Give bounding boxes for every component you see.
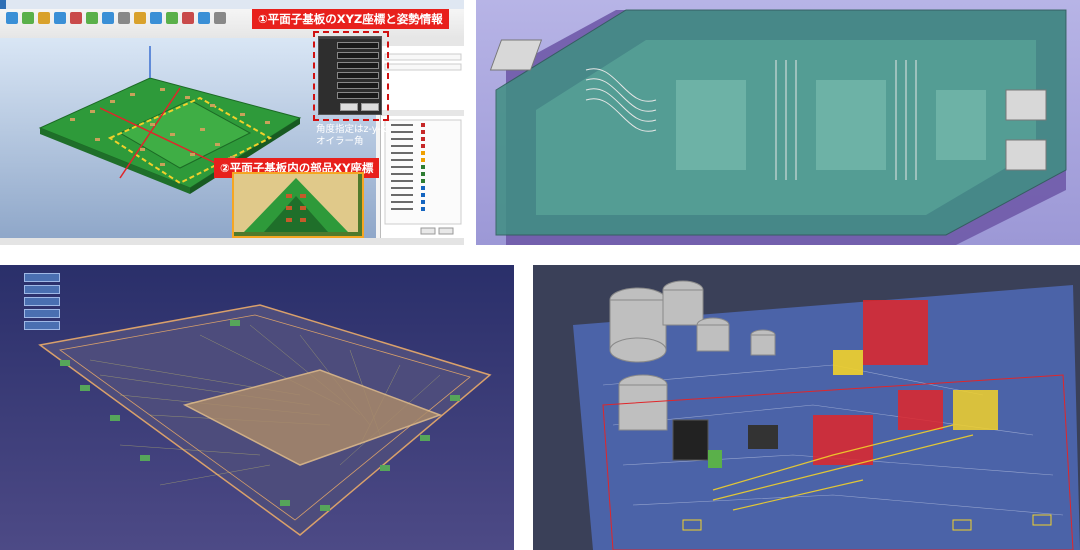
toolbar-icon[interactable] bbox=[166, 12, 178, 24]
toolbar-icon[interactable] bbox=[150, 12, 162, 24]
dialog-highlight-box bbox=[313, 31, 389, 121]
angle-note-line2: オイラー角 bbox=[316, 136, 364, 147]
toolbar-icon[interactable] bbox=[118, 12, 130, 24]
ribbon-tab[interactable] bbox=[20, 0, 26, 9]
toolbar-icon[interactable] bbox=[22, 12, 34, 24]
nav-button[interactable] bbox=[24, 309, 60, 318]
ribbon-tabs bbox=[0, 0, 464, 9]
toolbar-icon[interactable] bbox=[102, 12, 114, 24]
cad-window-panel: ①平面子基板のXYZ座標と姿勢情報 角度指定はz-y-x オイラー角 ②平面子基… bbox=[0, 0, 464, 245]
callout-xyz-label: ①平面子基板のXYZ座標と姿勢情報 bbox=[252, 9, 449, 29]
subboard-inset bbox=[232, 172, 364, 238]
toolbar-icon[interactable] bbox=[214, 12, 226, 24]
toolbar-icon[interactable] bbox=[70, 12, 82, 24]
toolbar-icon[interactable] bbox=[54, 12, 66, 24]
inset-view bbox=[234, 174, 358, 232]
ribbon-tab[interactable] bbox=[10, 0, 16, 9]
ribbon-tab[interactable] bbox=[0, 0, 6, 9]
layer-list bbox=[381, 38, 464, 235]
substrate-render bbox=[38, 304, 492, 536]
nav-button[interactable] bbox=[24, 285, 60, 294]
status-bar bbox=[0, 238, 464, 245]
power-module-view bbox=[476, 0, 1080, 245]
toolbar-icon[interactable] bbox=[182, 12, 194, 24]
ribbon-tab[interactable] bbox=[30, 0, 36, 9]
properties-pane bbox=[380, 38, 464, 238]
pcb-render bbox=[533, 265, 1080, 550]
view-nav-buttons bbox=[24, 273, 60, 330]
nav-button[interactable] bbox=[24, 297, 60, 306]
package-substrate-view bbox=[0, 265, 514, 550]
toolbar-icon[interactable] bbox=[6, 12, 18, 24]
toolbar-icon[interactable] bbox=[198, 12, 210, 24]
angle-note-line1: 角度指定はz-y-x bbox=[316, 124, 387, 135]
toolbar-icon[interactable] bbox=[86, 12, 98, 24]
nav-button[interactable] bbox=[24, 273, 60, 282]
angle-note: 角度指定はz-y-x オイラー角 bbox=[316, 124, 386, 148]
populated-pcb-view bbox=[533, 265, 1080, 550]
nav-button[interactable] bbox=[24, 321, 60, 330]
layer-rows[interactable] bbox=[384, 119, 462, 225]
toolbar-icon[interactable] bbox=[38, 12, 50, 24]
power-module-render bbox=[489, 9, 1067, 245]
toolbar-icon[interactable] bbox=[134, 12, 146, 24]
